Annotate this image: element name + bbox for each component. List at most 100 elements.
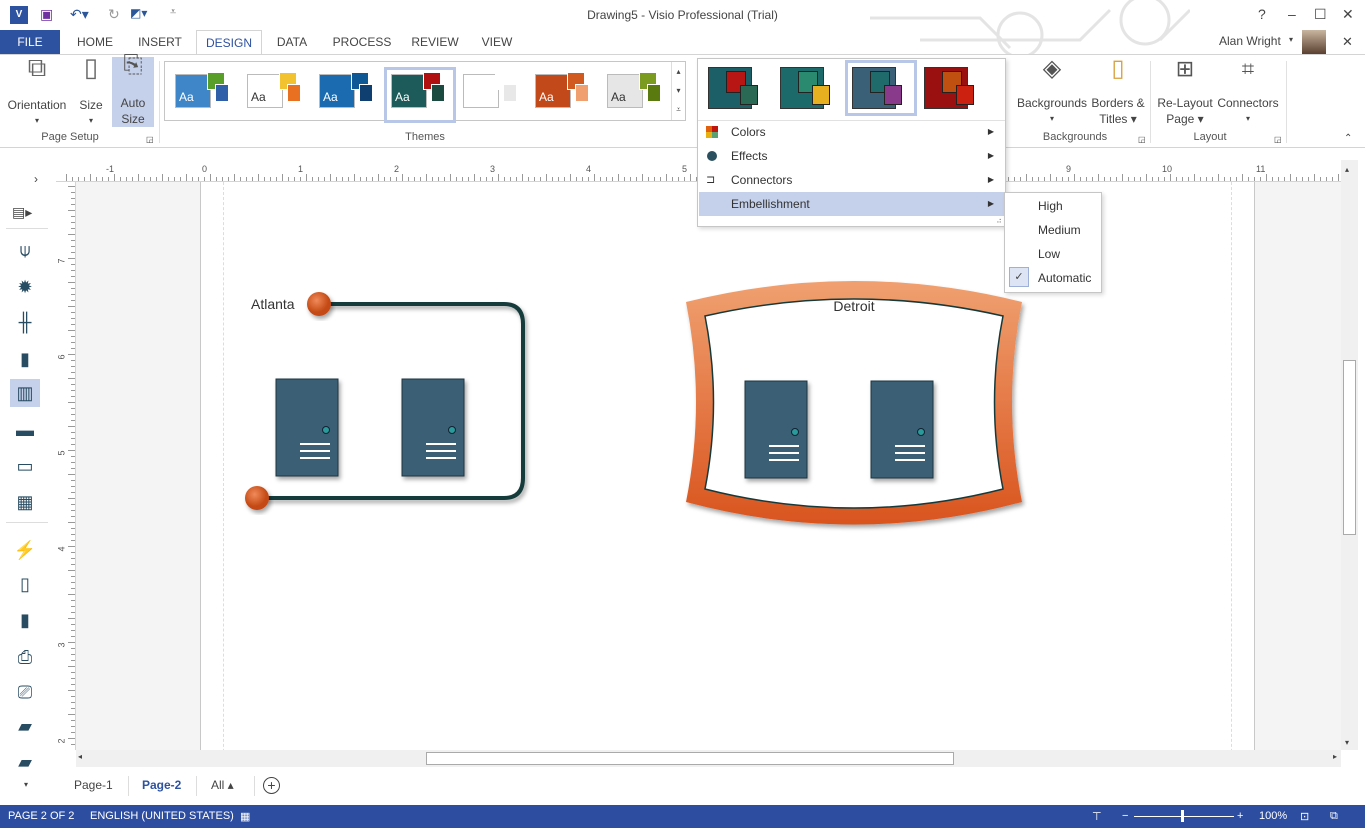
fit-page-icon[interactable]: ⊡ <box>1300 810 1309 823</box>
auto-size-button[interactable]: ⎘ Auto Size <box>112 53 154 127</box>
avatar[interactable] <box>1302 30 1326 54</box>
theme-3[interactable]: Aa <box>315 70 381 120</box>
ribbon: ⧉ Orientation ▾ ▯ Size ▾ ⎘ Auto Size Page S… <box>0 53 1365 148</box>
close-button[interactable]: ✕ <box>1342 6 1354 23</box>
presentation-mode-icon[interactable]: ⊤ <box>1092 810 1102 823</box>
ruler-label: 5 <box>682 164 688 174</box>
server-shape[interactable] <box>275 378 339 477</box>
tab-page-2[interactable]: Page-2 <box>142 778 181 792</box>
ruler-label: 6 <box>56 354 67 360</box>
wireless-access-point-icon[interactable]: ⍦ <box>10 236 40 264</box>
expand-shapes-chevron-icon[interactable]: › <box>34 172 38 186</box>
orientation-button[interactable]: ⧉ Orientation ▾ <box>4 54 70 129</box>
user-name[interactable]: Alan Wright <box>1219 34 1281 48</box>
detroit-label[interactable]: Detroit <box>833 298 874 314</box>
theme-7[interactable]: Aa <box>603 70 669 120</box>
borders-label: Borders & <box>1091 96 1145 110</box>
tab-page-1[interactable]: Page-1 <box>74 778 113 792</box>
fax-icon[interactable]: ⎚ <box>10 678 40 706</box>
resize-grip-icon[interactable]: ⠴ <box>996 216 1002 225</box>
tab-home[interactable]: HOME <box>68 30 122 54</box>
zoom-in-button[interactable]: + <box>1237 810 1243 822</box>
theme-sample-text: Aa <box>539 90 554 104</box>
theme-2[interactable]: Aa <box>243 70 309 120</box>
backgrounds-button[interactable]: ◈ Backgrounds ▾ <box>1014 57 1090 127</box>
atlanta-label[interactable]: Atlanta <box>251 296 295 312</box>
atlanta-bottom-node[interactable] <box>245 486 269 510</box>
menu-item-high[interactable]: High <box>1038 199 1063 213</box>
theme-4[interactable]: Aa <box>384 67 456 123</box>
server-shape[interactable] <box>744 380 808 479</box>
gallery-scroll[interactable]: ▴ ▾ ⩡ <box>671 62 685 120</box>
page-indicator[interactable]: PAGE 2 OF 2 <box>8 810 74 822</box>
size-button[interactable]: ▯ Size ▾ <box>74 54 108 129</box>
variant-1[interactable] <box>704 63 770 113</box>
maximize-button[interactable]: ☐ <box>1314 6 1327 23</box>
tab-data[interactable]: DATA <box>268 30 316 54</box>
connectors-button[interactable]: ⌗ Connectors ▾ <box>1214 58 1282 127</box>
page-setup-launcher-icon[interactable]: ◲ <box>146 135 154 144</box>
zoom-level[interactable]: 100% <box>1259 810 1287 822</box>
user-menu-chevron-icon[interactable]: ▾ <box>1289 35 1293 44</box>
menu-item-effects[interactable]: Effects ▶ <box>699 144 1004 168</box>
zoom-slider[interactable] <box>1134 816 1234 817</box>
menu-item-medium[interactable]: Medium <box>1038 223 1081 237</box>
vertical-scroll-thumb[interactable] <box>1343 360 1356 535</box>
macro-recording-icon[interactable]: ▦ <box>240 810 250 823</box>
variant-2[interactable] <box>776 63 842 113</box>
modem-icon[interactable]: ▭ <box>10 452 40 480</box>
collapse-ribbon-icon[interactable]: ⌃ <box>1344 133 1352 144</box>
help-button[interactable]: ? <box>1258 6 1266 22</box>
zoom-slider-thumb[interactable] <box>1181 810 1184 822</box>
printer-icon[interactable]: ⎙ <box>10 643 40 671</box>
layout-launcher-icon[interactable]: ◲ <box>1274 135 1282 144</box>
menu-item-low[interactable]: Low <box>1038 247 1060 261</box>
drawing-canvas[interactable]: Atlanta Detroit <box>76 182 1341 750</box>
more-shapes-icon[interactable]: ▤▸ <box>12 204 32 221</box>
theme-1[interactable]: Aa <box>171 70 237 120</box>
server-icon[interactable]: ▮ <box>10 345 40 373</box>
borders-titles-icon: ▯ <box>1111 55 1125 82</box>
tab-review[interactable]: REVIEW <box>406 30 464 54</box>
theme-5[interactable] <box>459 70 525 120</box>
tablet-icon[interactable]: ▮ <box>10 606 40 634</box>
menu-item-automatic[interactable]: Automatic <box>1038 271 1091 285</box>
variant-4[interactable] <box>920 63 986 113</box>
rack-server-icon[interactable]: ▥ <box>10 379 40 407</box>
vertical-scrollbar[interactable]: ▴ ▾ <box>1341 160 1358 750</box>
tab-file[interactable]: FILE <box>0 30 60 54</box>
relayout-page-button[interactable]: ⊞ Re-Layout Page ▾ <box>1154 58 1216 127</box>
menu-item-connectors[interactable]: ⊐ Connectors ▶ <box>699 168 1004 192</box>
comm-link-icon[interactable]: ⚡ <box>10 536 40 564</box>
tab-view[interactable]: VIEW <box>474 30 520 54</box>
switch-icon[interactable]: ╫ <box>10 308 40 336</box>
horizontal-scroll-thumb[interactable] <box>426 752 954 765</box>
firewall-icon[interactable]: ▦ <box>10 488 40 516</box>
close-document-button[interactable]: ✕ <box>1342 34 1353 50</box>
tab-process[interactable]: PROCESS <box>328 30 396 54</box>
minimize-button[interactable]: – <box>1288 6 1296 22</box>
switch-windows-icon[interactable]: ⧉ <box>1330 810 1338 823</box>
ruler-label: 9 <box>1066 164 1072 174</box>
theme-6[interactable]: Aa <box>531 70 597 120</box>
variant-3[interactable] <box>845 60 917 116</box>
add-page-icon[interactable]: + <box>263 777 280 794</box>
scanner-icon[interactable]: ▰ <box>10 712 40 740</box>
ruler-label: 7 <box>56 258 67 264</box>
tab-design[interactable]: DESIGN <box>196 30 262 55</box>
language-indicator[interactable]: ENGLISH (UNITED STATES) <box>90 810 234 822</box>
hub-icon[interactable]: ✹ <box>10 273 40 301</box>
atlanta-top-node[interactable] <box>307 292 331 316</box>
mainframe-icon[interactable]: ▯ <box>10 570 40 598</box>
server-shape[interactable] <box>401 378 465 477</box>
all-pages-button[interactable]: All ▴ <box>211 778 234 792</box>
borders-titles-button[interactable]: ▯ Borders & Titles ▾ <box>1088 55 1148 127</box>
horizontal-scrollbar[interactable]: ◂ ▸ <box>76 750 1341 767</box>
zoom-out-button[interactable]: − <box>1122 810 1128 822</box>
ribbon-tabs: FILE HOME INSERT DESIGN DATA PROCESS REV… <box>0 30 1365 55</box>
menu-item-colors[interactable]: Colors ▶ <box>699 120 1004 144</box>
backgrounds-launcher-icon[interactable]: ◲ <box>1138 135 1146 144</box>
menu-item-embellishment[interactable]: Embellishment ▶ <box>699 192 1004 216</box>
router-icon[interactable]: ▬ <box>10 416 40 444</box>
server-shape[interactable] <box>870 380 934 479</box>
